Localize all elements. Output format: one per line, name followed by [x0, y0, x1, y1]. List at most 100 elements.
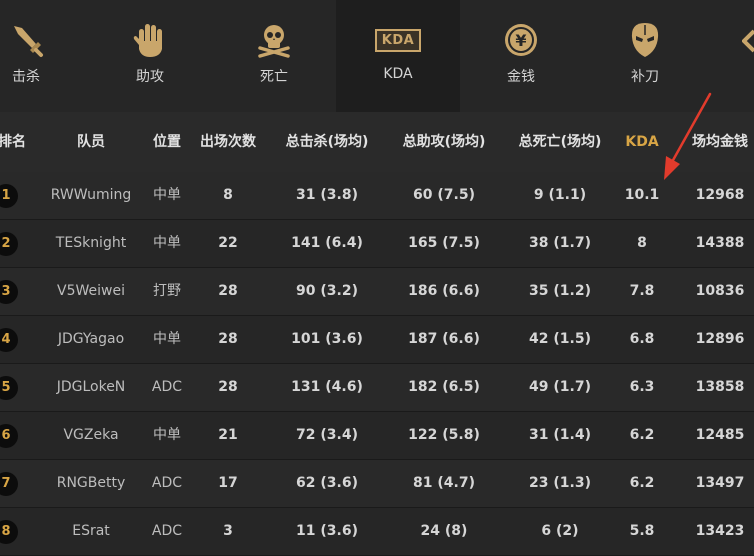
- player-name[interactable]: JDGYagao: [58, 316, 124, 363]
- games-played: 22: [218, 235, 238, 251]
- total-kills: 72 (3.4): [296, 427, 358, 443]
- total-assists: 60 (7.5): [413, 187, 475, 203]
- rank-badge: 2: [0, 232, 18, 256]
- player-position: 中单: [153, 331, 181, 347]
- rank-badge: 7: [0, 472, 18, 496]
- table-header: 排名 队员 位置 出场次数 总击杀(场均) 总助攻(场均) 总死亡(场均) KD…: [0, 112, 754, 172]
- total-deaths: 31 (1.4): [529, 427, 591, 443]
- games-played: 21: [218, 427, 238, 443]
- col-kills[interactable]: 总击杀(场均): [286, 112, 369, 172]
- player-position: 中单: [153, 187, 181, 203]
- col-deaths[interactable]: 总死亡(场均): [519, 112, 602, 172]
- col-assists[interactable]: 总助攻(场均): [403, 112, 486, 172]
- tab-gold[interactable]: ¥ 金钱: [469, 0, 573, 112]
- rank-badge: 1: [0, 184, 18, 208]
- avg-gold: 13423: [695, 523, 745, 539]
- avg-gold: 12485: [695, 427, 745, 443]
- table-row[interactable]: 4 JDGYagao 中单 28 101 (3.6) 187 (6.6) 42 …: [0, 316, 754, 364]
- table-row[interactable]: 7 RNGBetty ADC 17 62 (3.6) 81 (4.7) 23 (…: [0, 460, 754, 508]
- tab-deaths[interactable]: 死亡: [222, 0, 326, 112]
- col-player[interactable]: 队员: [77, 112, 105, 172]
- player-name[interactable]: TESknight: [56, 220, 126, 267]
- player-table-body: 1 RWWuming 中单 8 31 (3.8) 60 (7.5) 9 (1.1…: [0, 172, 754, 556]
- player-name[interactable]: JDGLokeN: [57, 364, 126, 411]
- kda-value: 8: [637, 235, 647, 251]
- total-deaths: 38 (1.7): [529, 235, 591, 251]
- total-kills: 101 (3.6): [291, 331, 363, 347]
- kda-badge-text: KDA: [374, 28, 422, 52]
- scroll-left-icon[interactable]: [742, 26, 754, 56]
- avg-gold: 14388: [695, 235, 745, 251]
- total-deaths: 9 (1.1): [533, 187, 587, 203]
- kda-value: 6.2: [629, 475, 655, 491]
- kda-badge-icon: KDA: [374, 20, 422, 60]
- total-deaths: 6 (2): [541, 523, 579, 539]
- tab-label: 击杀: [12, 69, 40, 85]
- col-games[interactable]: 出场次数: [200, 112, 256, 172]
- skull-icon: [256, 20, 292, 60]
- coin-icon: ¥: [503, 20, 539, 60]
- tab-label: 补刀: [631, 69, 659, 85]
- total-kills: 90 (3.2): [296, 283, 358, 299]
- col-rank[interactable]: 排名: [0, 112, 26, 172]
- kda-value: 10.1: [624, 187, 660, 203]
- kda-value: 7.8: [629, 283, 655, 299]
- player-position: 中单: [153, 235, 181, 251]
- player-name[interactable]: ESrat: [72, 508, 110, 555]
- col-position[interactable]: 位置: [153, 112, 181, 172]
- table-row[interactable]: 6 VGZeka 中单 21 72 (3.4) 122 (5.8) 31 (1.…: [0, 412, 754, 460]
- col-kda[interactable]: KDA: [625, 112, 658, 172]
- player-name[interactable]: VGZeka: [63, 412, 118, 459]
- total-deaths: 23 (1.3): [529, 475, 591, 491]
- coin-symbol: ¥: [515, 31, 526, 50]
- player-position: 打野: [153, 283, 181, 299]
- kda-value: 5.8: [629, 523, 655, 539]
- rank-badge: 8: [0, 520, 18, 544]
- tab-label: KDA: [383, 66, 413, 82]
- col-avg-gold[interactable]: 场均金钱: [692, 112, 748, 172]
- total-assists: 81 (4.7): [413, 475, 475, 491]
- total-kills: 131 (4.6): [291, 379, 363, 395]
- table-row[interactable]: 8 ESrat ADC 3 11 (3.6) 24 (8) 6 (2) 5.8 …: [0, 508, 754, 556]
- player-position: ADC: [151, 523, 183, 539]
- avg-gold: 12968: [695, 187, 745, 203]
- avg-gold: 13858: [695, 379, 745, 395]
- rank-badge: 3: [0, 280, 18, 304]
- tab-kda[interactable]: KDA KDA: [336, 0, 460, 112]
- tab-last-hits[interactable]: 补刀: [593, 0, 697, 112]
- table-row[interactable]: 1 RWWuming 中单 8 31 (3.8) 60 (7.5) 9 (1.1…: [0, 172, 754, 220]
- table-row[interactable]: 3 V5Weiwei 打野 28 90 (3.2) 186 (6.6) 35 (…: [0, 268, 754, 316]
- total-assists: 182 (6.5): [408, 379, 480, 395]
- total-assists: 165 (7.5): [408, 235, 480, 251]
- tab-kills[interactable]: 击杀: [0, 0, 78, 112]
- rank-badge: 5: [0, 376, 18, 400]
- total-assists: 187 (6.6): [408, 331, 480, 347]
- table-row[interactable]: 5 JDGLokeN ADC 28 131 (4.6) 182 (6.5) 49…: [0, 364, 754, 412]
- kda-value: 6.8: [629, 331, 655, 347]
- player-name[interactable]: V5Weiwei: [57, 268, 125, 315]
- player-name[interactable]: RNGBetty: [57, 460, 126, 507]
- games-played: 28: [218, 331, 238, 347]
- tab-label: 死亡: [260, 69, 288, 85]
- player-position: 中单: [153, 427, 181, 443]
- player-position: ADC: [151, 379, 183, 395]
- table-row[interactable]: 2 TESknight 中单 22 141 (6.4) 165 (7.5) 38…: [0, 220, 754, 268]
- rank-badge: 6: [0, 424, 18, 448]
- total-deaths: 42 (1.5): [529, 331, 591, 347]
- hand-icon: [132, 20, 168, 60]
- games-played: 28: [218, 379, 238, 395]
- total-assists: 186 (6.6): [408, 283, 480, 299]
- total-assists: 122 (5.8): [408, 427, 480, 443]
- mask-icon: [629, 20, 661, 60]
- total-assists: 24 (8): [420, 523, 468, 539]
- player-name[interactable]: RWWuming: [51, 172, 132, 219]
- games-played: 28: [218, 283, 238, 299]
- tab-assists[interactable]: 助攻: [98, 0, 202, 112]
- total-kills: 62 (3.6): [296, 475, 358, 491]
- rank-badge: 4: [0, 328, 18, 352]
- kda-value: 6.2: [629, 427, 655, 443]
- games-played: 3: [223, 523, 233, 539]
- tab-label: 助攻: [136, 69, 164, 85]
- total-kills: 31 (3.8): [296, 187, 358, 203]
- total-deaths: 49 (1.7): [529, 379, 591, 395]
